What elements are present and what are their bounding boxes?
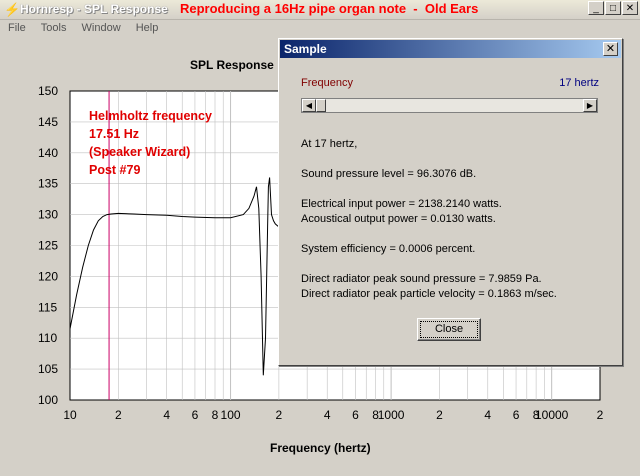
- y-tick-label: 150: [38, 84, 58, 98]
- y-tick-label: 130: [38, 208, 58, 222]
- annotation-line: (Speaker Wizard): [89, 145, 191, 159]
- electrical-power-result: Electrical input power = 2138.2140 watts…: [301, 198, 502, 210]
- peak-pressure-result: Direct radiator peak sound pressure = 7.…: [301, 273, 542, 285]
- x-tick-label: 10: [63, 408, 77, 422]
- y-tick-label: 115: [38, 300, 57, 314]
- dialog-close-icon[interactable]: ✕: [603, 42, 618, 56]
- x-tick-label: 4: [324, 408, 331, 422]
- x-tick-label: 2: [597, 408, 604, 422]
- annotation-line: Helmholtz frequency: [89, 109, 212, 123]
- y-tick-label: 100: [38, 393, 58, 407]
- y-tick-label: 125: [38, 239, 58, 253]
- x-tick-label: 2: [115, 408, 122, 422]
- result-heading: At 17 hertz,: [301, 138, 358, 150]
- frequency-slider[interactable]: ◀ ▶: [301, 98, 598, 113]
- y-tick-label: 140: [38, 146, 58, 160]
- dialog-titlebar: Sample ✕: [280, 40, 621, 58]
- x-tick-label: 4: [163, 408, 170, 422]
- close-button[interactable]: Close: [417, 318, 481, 341]
- x-tick-label: 4: [484, 408, 491, 422]
- x-tick-label: 2: [276, 408, 283, 422]
- x-tick-label: 100: [221, 408, 241, 422]
- frequency-label: Frequency: [301, 77, 353, 89]
- frequency-value: 17 hertz: [559, 77, 599, 89]
- y-tick-label: 135: [38, 177, 58, 191]
- x-tick-label: 2: [436, 408, 443, 422]
- dialog-title: Sample: [284, 42, 327, 56]
- annotation-line: Post #79: [89, 163, 141, 177]
- sample-dialog: Sample ✕ Frequency 17 hertz ◀ ▶ At 17 he…: [278, 38, 623, 366]
- x-tick-label: 6: [352, 408, 359, 422]
- efficiency-result: System efficiency = 0.0006 percent.: [301, 243, 476, 255]
- x-axis-label: Frequency (hertz): [270, 441, 371, 455]
- acoustical-power-result: Acoustical output power = 0.0130 watts.: [301, 213, 496, 225]
- x-tick-label: 1000: [378, 408, 405, 422]
- y-tick-label: 110: [38, 331, 57, 345]
- y-tick-label: 105: [38, 362, 58, 376]
- x-tick-labels: 10 2 4 6 8 100 2 4 6 81000 2 4 6 810000 2: [63, 408, 603, 422]
- slider-thumb[interactable]: [316, 99, 326, 112]
- x-tick-label: 6: [192, 408, 199, 422]
- y-tick-label: 120: [38, 269, 58, 283]
- slider-right-arrow-icon[interactable]: ▶: [583, 99, 597, 112]
- peak-velocity-result: Direct radiator peak particle velocity =…: [301, 288, 557, 300]
- spl-result: Sound pressure level = 96.3076 dB.: [301, 168, 477, 180]
- helmholtz-annotation: Helmholtz frequency 17.51 Hz (Speaker Wi…: [89, 107, 212, 179]
- annotation-line: 17.51 Hz: [89, 127, 140, 141]
- x-tick-label: 8: [212, 408, 219, 422]
- y-tick-label: 145: [38, 115, 58, 129]
- x-tick-label: 6: [513, 408, 520, 422]
- x-tick-label: 10000: [535, 408, 569, 422]
- slider-left-arrow-icon[interactable]: ◀: [302, 99, 316, 112]
- y-tick-labels: 150 145 140 135 130 125 120 115 110 105 100: [38, 84, 58, 407]
